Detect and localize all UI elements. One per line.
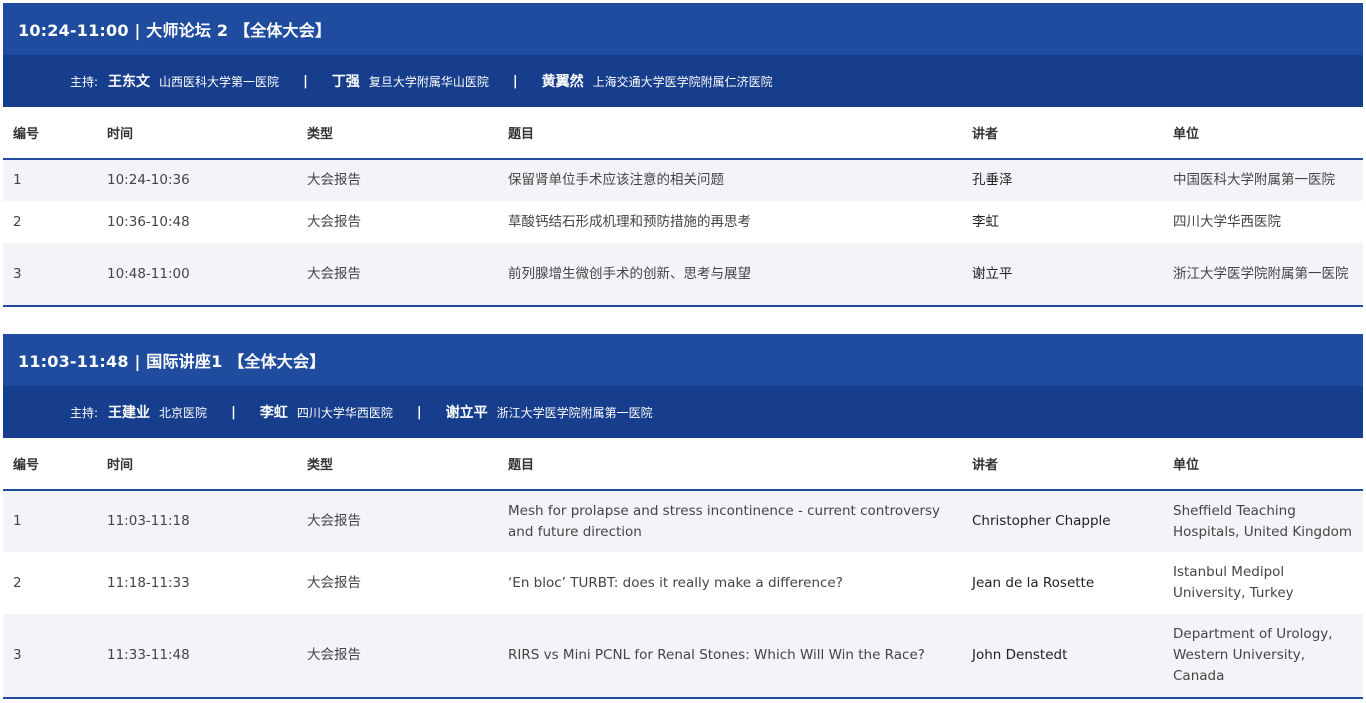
host-name: 谢立平	[445, 405, 488, 421]
host-name: 李虹	[259, 405, 288, 421]
host-item: 谢立平 浙江大学医学院附属第一医院	[446, 402, 653, 422]
host-name: 王建业	[108, 405, 151, 421]
cell-type: 大会报告	[297, 552, 498, 614]
host-label: 主持:	[70, 74, 99, 89]
session-title: 11:03-11:48 | 国际讲座1 【全体大会】	[3, 334, 1363, 386]
col-header-unit: 单位	[1163, 438, 1363, 491]
col-header-type: 类型	[297, 438, 498, 491]
table-row: 2 10:36-10:48 大会报告 草酸钙结石形成机理和预防措施的再思考 李虹…	[3, 201, 1363, 243]
host-org: 四川大学华西医院	[296, 406, 393, 420]
cell-number: 3	[3, 614, 97, 699]
cell-time: 10:36-10:48	[97, 201, 297, 243]
cell-topic: 前列腺增生微创手术的创新、思考与展望	[498, 243, 962, 307]
cell-topic: ‘En bloc’ TURBT: does it really make a d…	[498, 552, 962, 614]
col-header-type: 类型	[297, 107, 498, 160]
col-header-topic: 题目	[498, 107, 962, 160]
col-header-topic: 题目	[498, 438, 962, 491]
col-header-number: 编号	[3, 107, 97, 160]
host-item: 黄翼然 上海交通大学医学院附属仁济医院	[542, 71, 773, 91]
session-block: 11:03-11:48 | 国际讲座1 【全体大会】 主持: 王建业 北京医院 …	[3, 334, 1363, 699]
col-header-time: 时间	[97, 107, 297, 160]
cell-number: 3	[3, 243, 97, 307]
cell-speaker: 李虹	[962, 201, 1163, 243]
host-item: 丁强 复旦大学附属华山医院	[332, 71, 489, 91]
host-org: 山西医科大学第一医院	[159, 75, 280, 89]
host-separator: |	[231, 404, 236, 420]
host-item: 王建业 北京医院	[108, 402, 207, 422]
cell-speaker: 谢立平	[962, 243, 1163, 307]
cell-speaker: Jean de la Rosette	[962, 552, 1163, 614]
cell-type: 大会报告	[297, 614, 498, 699]
host-org: 上海交通大学医学院附属仁济医院	[592, 75, 773, 89]
host-org: 浙江大学医学院附属第一医院	[496, 406, 653, 420]
schedule-table: 编号 时间 类型 题目 讲者 单位 1 11:03-11:18 大会报告 Mes…	[3, 438, 1363, 699]
cell-time: 11:33-11:48	[97, 614, 297, 699]
cell-unit: Sheffield Teaching Hospitals, United Kin…	[1163, 490, 1363, 552]
cell-topic: RIRS vs Mini PCNL for Renal Stones: Whic…	[498, 614, 962, 699]
table-row: 3 11:33-11:48 大会报告 RIRS vs Mini PCNL for…	[3, 614, 1363, 699]
table-header-row: 编号 时间 类型 题目 讲者 单位	[3, 438, 1363, 491]
col-header-number: 编号	[3, 438, 97, 491]
cell-number: 2	[3, 552, 97, 614]
cell-type: 大会报告	[297, 490, 498, 552]
cell-unit: Istanbul Medipol University, Turkey	[1163, 552, 1363, 614]
col-header-speaker: 讲者	[962, 438, 1163, 491]
table-row: 1 11:03-11:18 大会报告 Mesh for prolapse and…	[3, 490, 1363, 552]
cell-speaker: Christopher Chapple	[962, 490, 1163, 552]
cell-type: 大会报告	[297, 243, 498, 307]
table-row: 1 10:24-10:36 大会报告 保留肾单位手术应该注意的相关问题 孔垂泽 …	[3, 159, 1363, 201]
cell-number: 1	[3, 490, 97, 552]
session-title: 10:24-11:00 | 大师论坛 2 【全体大会】	[3, 3, 1363, 55]
host-separator: |	[303, 73, 308, 89]
col-header-speaker: 讲者	[962, 107, 1163, 160]
cell-time: 11:03-11:18	[97, 490, 297, 552]
host-separator: |	[416, 404, 422, 420]
col-header-time: 时间	[97, 438, 297, 491]
col-header-unit: 单位	[1163, 107, 1363, 160]
host-label: 主持:	[70, 405, 99, 420]
host-item: 王东文 山西医科大学第一医院	[108, 71, 279, 91]
cell-time: 11:18-11:33	[97, 552, 297, 614]
cell-unit: 中国医科大学附属第一医院	[1163, 159, 1363, 201]
host-org: 复旦大学附属华山医院	[368, 75, 489, 89]
cell-type: 大会报告	[297, 159, 498, 201]
cell-unit: 四川大学华西医院	[1163, 201, 1363, 243]
schedule-table: 编号 时间 类型 题目 讲者 单位 1 10:24-10:36 大会报告 保留肾…	[3, 107, 1363, 307]
session-hosts: 主持: 王东文 山西医科大学第一医院 | 丁强 复旦大学附属华山医院 | 黄翼然…	[3, 55, 1363, 107]
cell-topic: Mesh for prolapse and stress incontinenc…	[498, 490, 962, 552]
cell-speaker: John Denstedt	[962, 614, 1163, 699]
table-row: 3 10:48-11:00 大会报告 前列腺增生微创手术的创新、思考与展望 谢立…	[3, 243, 1363, 307]
table-row: 2 11:18-11:33 大会报告 ‘En bloc’ TURBT: does…	[3, 552, 1363, 614]
cell-speaker: 孔垂泽	[962, 159, 1163, 201]
host-name: 黄翼然	[541, 74, 584, 90]
cell-number: 2	[3, 201, 97, 243]
cell-unit: 浙江大学医学院附属第一医院	[1163, 243, 1363, 307]
cell-unit: Department of Urology, Western Universit…	[1163, 614, 1363, 699]
cell-type: 大会报告	[297, 201, 498, 243]
host-name: 丁强	[331, 74, 360, 90]
cell-number: 1	[3, 159, 97, 201]
host-item: 李虹 四川大学华西医院	[260, 402, 393, 422]
host-separator: |	[512, 73, 518, 89]
cell-time: 10:48-11:00	[97, 243, 297, 307]
cell-time: 10:24-10:36	[97, 159, 297, 201]
session-hosts: 主持: 王建业 北京医院 | 李虹 四川大学华西医院 | 谢立平 浙江大学医学院…	[3, 386, 1363, 438]
host-org: 北京医院	[159, 406, 208, 420]
table-header-row: 编号 时间 类型 题目 讲者 单位	[3, 107, 1363, 160]
cell-topic: 保留肾单位手术应该注意的相关问题	[498, 159, 962, 201]
host-name: 王东文	[108, 74, 151, 90]
session-block: 10:24-11:00 | 大师论坛 2 【全体大会】 主持: 王东文 山西医科…	[3, 3, 1363, 307]
cell-topic: 草酸钙结石形成机理和预防措施的再思考	[498, 201, 962, 243]
